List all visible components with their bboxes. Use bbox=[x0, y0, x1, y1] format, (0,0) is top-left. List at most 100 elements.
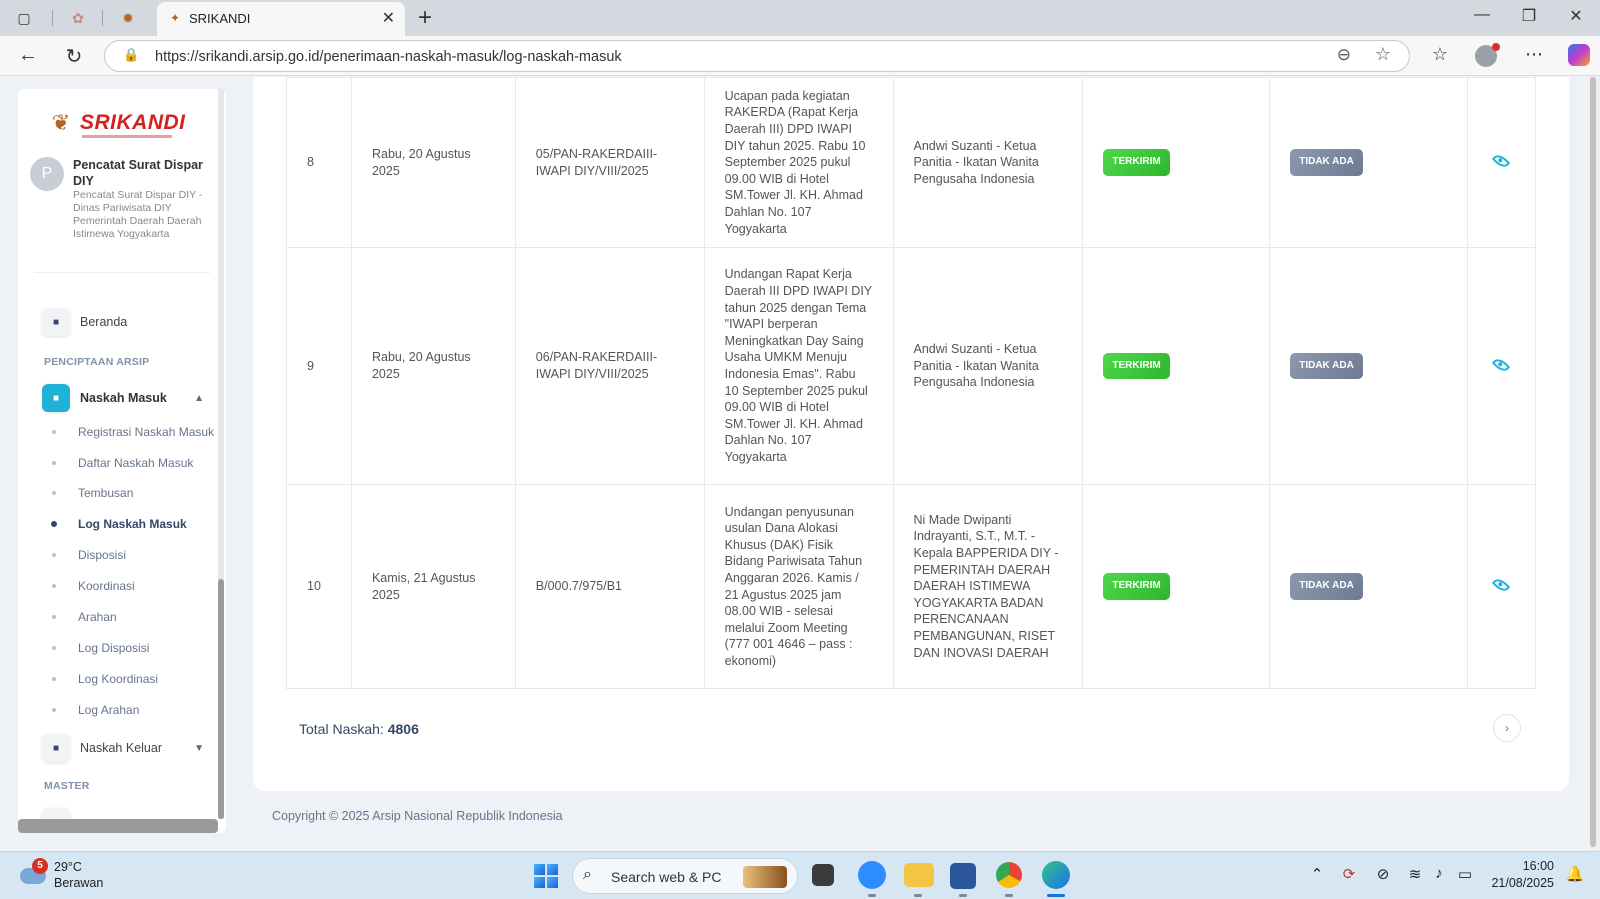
more-menu-icon[interactable]: ⋯ bbox=[1522, 44, 1546, 65]
search-icon: ⌕ bbox=[583, 866, 592, 883]
cell-no: 10 bbox=[286, 484, 352, 689]
chevron-up-icon[interactable]: ⌃ bbox=[1306, 865, 1328, 883]
word-app-icon[interactable] bbox=[950, 863, 976, 889]
close-tab-icon[interactable]: ✕ bbox=[382, 8, 395, 28]
notification-bell-icon[interactable]: 🔔 bbox=[1564, 865, 1586, 883]
sidebar-item-beranda[interactable]: ■ Beranda bbox=[42, 307, 212, 337]
clock-date: 21/08/2025 bbox=[1491, 876, 1554, 890]
bullet-icon bbox=[52, 553, 56, 557]
view-eye-icon[interactable] bbox=[1492, 576, 1511, 595]
volume-icon[interactable]: ♪ bbox=[1428, 865, 1450, 882]
battery-icon[interactable]: ▭ bbox=[1454, 865, 1476, 883]
close-window-icon[interactable]: ✕ bbox=[1564, 6, 1588, 26]
running-indicator bbox=[1005, 894, 1013, 897]
disposisi-badge: TIDAK ADA bbox=[1290, 573, 1363, 600]
status-badge: TERKIRIM bbox=[1103, 149, 1170, 176]
weather-condition: Berawan bbox=[54, 876, 104, 890]
sidebar-scrollbar[interactable] bbox=[218, 89, 224, 819]
wifi-icon[interactable]: ≋ bbox=[1404, 865, 1426, 883]
inbox-icon: ■ bbox=[42, 384, 70, 412]
bullet-icon bbox=[52, 646, 56, 650]
total-value: 4806 bbox=[387, 721, 419, 737]
view-eye-icon[interactable] bbox=[1492, 355, 1511, 374]
sidebar-item-naskah-masuk[interactable]: ■ Naskah Masuk ▲ bbox=[42, 383, 212, 413]
clock-time: 16:00 bbox=[1522, 859, 1554, 873]
favorites-icon[interactable]: ☆ bbox=[1428, 44, 1452, 65]
scrollbar-thumb[interactable] bbox=[218, 579, 224, 819]
taskbar-search[interactable]: ⌕ Search web & PC bbox=[572, 858, 798, 894]
submenu-label: Daftar Naskah Masuk bbox=[78, 456, 194, 470]
next-page-button[interactable]: › bbox=[1493, 714, 1521, 742]
new-tab-button[interactable]: + bbox=[418, 4, 432, 32]
submenu-label: Log Disposisi bbox=[78, 641, 150, 655]
cell-from: Andwi Suzanti - Ketua Panitia - Ikatan W… bbox=[892, 247, 1084, 485]
url-text[interactable]: https://srikandi.arsip.go.id/penerimaan-… bbox=[155, 49, 622, 65]
submenu-disposisi[interactable]: Disposisi bbox=[52, 545, 226, 565]
file-explorer-icon[interactable] bbox=[904, 863, 934, 887]
back-icon[interactable]: ← bbox=[16, 44, 40, 67]
chrome-app-icon[interactable] bbox=[996, 862, 1022, 888]
minimize-icon[interactable]: — bbox=[1470, 6, 1494, 24]
srikandi-logo[interactable]: ❦ SRIKANDI bbox=[46, 107, 186, 139]
system-clock[interactable]: 16:00 21/08/2025 bbox=[1474, 858, 1554, 892]
footer-copyright: Copyright © 2025 Arsip Nasional Republik… bbox=[272, 809, 563, 823]
submenu-log-arahan[interactable]: Log Arahan bbox=[52, 700, 226, 720]
notification-badge: 5 bbox=[32, 858, 48, 874]
brand-name: SRIKANDI bbox=[80, 111, 186, 134]
copilot-icon[interactable] bbox=[1568, 44, 1590, 66]
lock-icon[interactable]: 🔒 bbox=[123, 47, 139, 63]
submenu-label: Tembusan bbox=[78, 486, 134, 500]
logo-tagline bbox=[82, 135, 172, 138]
zoom-app-icon[interactable] bbox=[858, 861, 886, 889]
search-highlight-image bbox=[743, 866, 787, 888]
bullet-icon bbox=[52, 491, 56, 495]
submenu-label: Log Naskah Masuk bbox=[78, 517, 187, 531]
sidebar-item-naskah-keluar[interactable]: ■ Naskah Keluar ▼ bbox=[42, 733, 212, 763]
task-view-icon[interactable] bbox=[812, 864, 834, 886]
weather-widget[interactable]: 5 29°C Berawan bbox=[18, 858, 138, 894]
total-naskah: Total Naskah: 4806 bbox=[299, 721, 419, 737]
log-naskah-card: 8 Rabu, 20 Agustus 2025 05/PAN-RAKERDAII… bbox=[253, 77, 1569, 791]
sidebar-item-label: Naskah Keluar bbox=[80, 741, 162, 755]
favorite-star-icon[interactable]: ☆ bbox=[1375, 44, 1391, 65]
dashboard-icon: ■ bbox=[42, 308, 70, 336]
start-button[interactable] bbox=[534, 864, 558, 888]
network-off-icon[interactable]: ⊘ bbox=[1372, 865, 1394, 883]
restore-icon[interactable]: ❐ bbox=[1517, 6, 1541, 26]
sidebar-horizontal-scrollbar[interactable] bbox=[18, 819, 218, 833]
submenu-log-koordinasi[interactable]: Log Koordinasi bbox=[52, 669, 226, 689]
submenu-log-naskah-masuk[interactable]: Log Naskah Masuk bbox=[51, 514, 226, 534]
status-badge: TERKIRIM bbox=[1103, 573, 1170, 600]
page-scrollbar[interactable] bbox=[1588, 77, 1598, 851]
submenu-arahan[interactable]: Arahan bbox=[52, 607, 226, 627]
refresh-icon[interactable]: ↻ bbox=[62, 44, 86, 69]
view-eye-icon[interactable] bbox=[1492, 152, 1511, 171]
scrollbar-thumb[interactable] bbox=[1590, 77, 1596, 847]
submenu-tembusan[interactable]: Tembusan bbox=[52, 483, 226, 503]
active-tab[interactable]: ✦ SRIKANDI ✕ bbox=[157, 2, 405, 36]
submenu-label: Registrasi Naskah Masuk bbox=[78, 425, 215, 439]
cell-subject: Undangan Rapat Kerja Daerah III DPD IWAP… bbox=[703, 247, 894, 485]
tab-actions-icon[interactable]: ▢ bbox=[14, 8, 34, 28]
cell-action bbox=[1466, 77, 1537, 248]
cell-subject: Undangan penyusunan usulan Dana Alokasi … bbox=[703, 484, 894, 689]
chevron-up-icon: ▲ bbox=[194, 392, 204, 404]
running-indicator bbox=[959, 894, 967, 897]
sync-icon[interactable]: ⟳ bbox=[1338, 865, 1360, 883]
garuda-icon: ❦ bbox=[51, 110, 71, 135]
cell-number: B/000.7/975/B1 bbox=[514, 484, 705, 689]
edge-app-icon[interactable] bbox=[1042, 861, 1070, 889]
url-field[interactable]: 🔒 https://srikandi.arsip.go.id/penerimaa… bbox=[104, 40, 1410, 72]
zoom-icon[interactable]: ⊖ bbox=[1337, 45, 1351, 65]
chevron-down-icon: ▼ bbox=[194, 742, 204, 754]
pinned-tab-icon[interactable]: ✿ bbox=[68, 8, 88, 28]
submenu-koordinasi[interactable]: Koordinasi bbox=[52, 576, 226, 596]
page-content: ❦ SRIKANDI P Pencatat Surat Dispar DIY P… bbox=[0, 77, 1600, 851]
section-penciptaan-arsip: PENCIPTAAN ARSIP bbox=[44, 356, 150, 368]
submenu-registrasi-naskah-masuk[interactable]: Registrasi Naskah Masuk bbox=[52, 422, 226, 442]
cell-action bbox=[1466, 247, 1537, 485]
submenu-log-disposisi[interactable]: Log Disposisi bbox=[52, 638, 226, 658]
submenu-daftar-naskah-masuk[interactable]: Daftar Naskah Masuk bbox=[52, 453, 226, 473]
pinned-tab-icon[interactable]: ✹ bbox=[118, 8, 138, 28]
bullet-icon bbox=[52, 461, 56, 465]
